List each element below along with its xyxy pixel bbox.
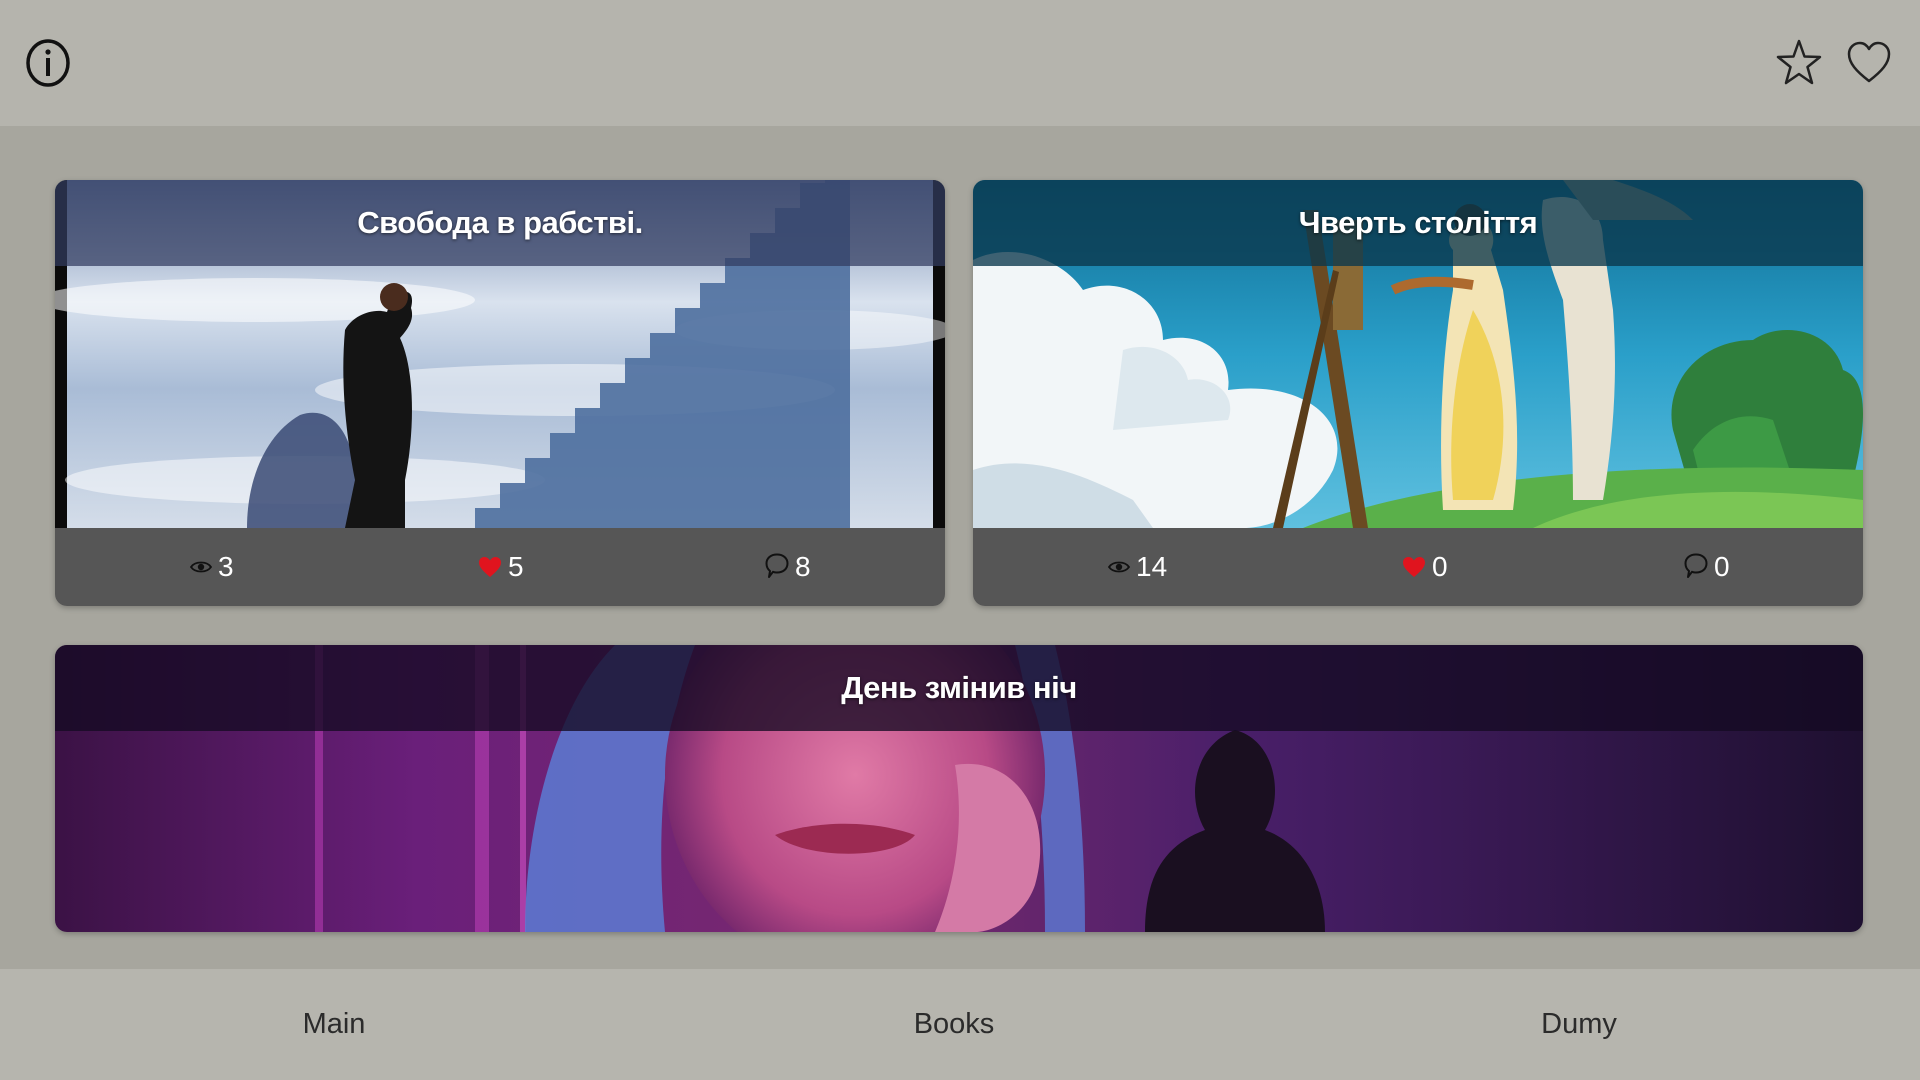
nav-dumy[interactable]: Dumy [1429, 969, 1729, 1080]
card-title: Чверть століття [973, 180, 1863, 266]
heart-filled-icon [479, 557, 501, 577]
comment-icon [765, 553, 789, 578]
main-content: Свобода в рабстві. 3 5 8 Чверть століття… [0, 126, 1920, 969]
favorites-button[interactable] [1772, 34, 1826, 92]
story-card[interactable]: Чверть століття 14 0 0 [973, 180, 1863, 606]
info-button[interactable] [22, 32, 74, 94]
card-image: Чверть століття [973, 180, 1863, 528]
heart-filled-icon [1403, 557, 1425, 577]
comment-icon [1684, 553, 1708, 578]
star-icon [1776, 39, 1822, 85]
card-image: Свобода в рабстві. [55, 180, 945, 528]
views-count: 3 [218, 551, 234, 582]
views-count: 14 [1136, 551, 1168, 582]
eye-icon [190, 561, 212, 573]
card-image: День змінив ніч [55, 645, 1863, 932]
eye-icon [1108, 561, 1130, 573]
nav-books[interactable]: Books [804, 969, 1104, 1080]
heart-icon [1847, 41, 1891, 83]
bottom-nav: Main Books Dumy [0, 969, 1920, 1080]
card-stats: 14 0 0 [973, 528, 1863, 606]
card-title: День змінив ніч [55, 645, 1863, 731]
liked-button[interactable] [1842, 34, 1896, 92]
likes-stat[interactable]: 0 [1402, 528, 1448, 606]
info-icon [26, 39, 70, 87]
story-card[interactable]: День змінив ніч [55, 645, 1863, 932]
likes-stat[interactable]: 5 [478, 528, 524, 606]
comments-stat[interactable]: 8 [765, 528, 811, 606]
views-stat: 3 [190, 528, 234, 606]
likes-count: 0 [1432, 551, 1448, 582]
card-stats: 3 5 8 [55, 528, 945, 606]
top-bar [0, 0, 1920, 126]
comments-stat[interactable]: 0 [1684, 528, 1730, 606]
likes-count: 5 [508, 551, 524, 582]
comments-count: 8 [795, 551, 811, 582]
views-stat: 14 [1108, 528, 1167, 606]
card-title: Свобода в рабстві. [55, 180, 945, 266]
story-card[interactable]: Свобода в рабстві. 3 5 8 [55, 180, 945, 606]
nav-main[interactable]: Main [184, 969, 484, 1080]
comments-count: 0 [1714, 551, 1730, 582]
